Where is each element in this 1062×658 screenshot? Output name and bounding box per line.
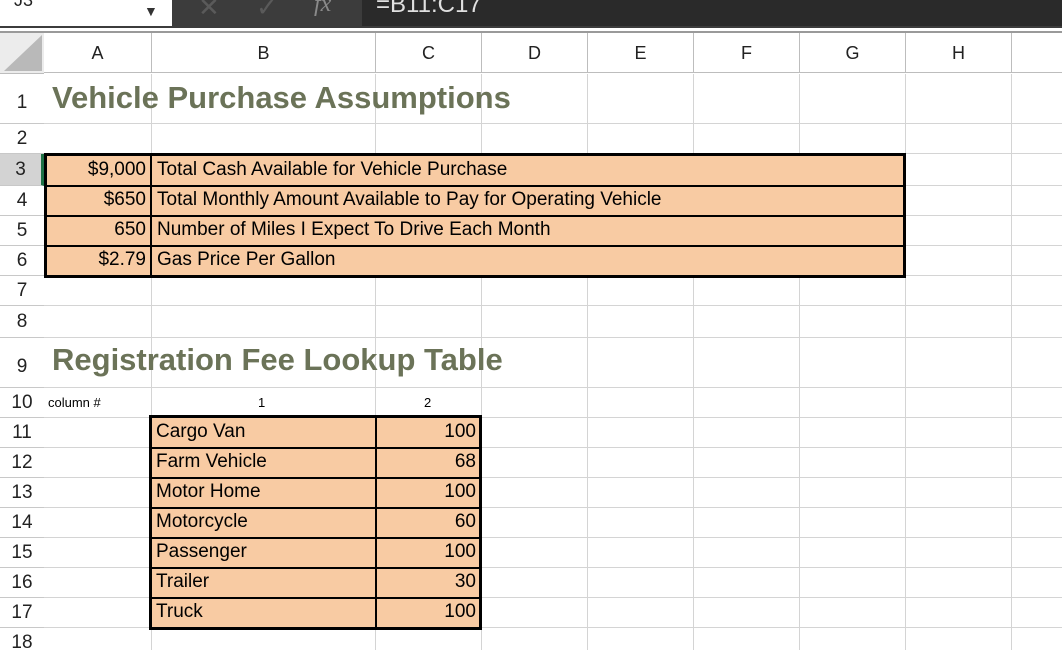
column-header-h[interactable]: H	[906, 33, 1012, 73]
cell-border	[150, 153, 152, 278]
lookup-fee-cell[interactable]: 100	[380, 541, 476, 563]
row-header-14[interactable]: 14	[0, 508, 44, 538]
cell-border	[149, 537, 482, 539]
lookup-type-cell[interactable]: Truck	[156, 601, 203, 623]
lookup-type-cell[interactable]: Cargo Van	[156, 421, 245, 443]
lookup-type-cell[interactable]: Passenger	[156, 541, 247, 563]
row-header-2[interactable]: 2	[0, 124, 44, 154]
cell-border	[149, 477, 482, 479]
row-header-15[interactable]: 15	[0, 538, 44, 568]
row-header-6[interactable]: 6	[0, 246, 44, 276]
lookup-type-cell[interactable]: Farm Vehicle	[156, 451, 267, 473]
row-header-1[interactable]: 1	[0, 74, 44, 124]
cell-border	[44, 185, 906, 187]
row-header-12[interactable]: 12	[0, 448, 44, 478]
column-header-g[interactable]: G	[800, 33, 906, 73]
formula-bar: J3 ▼ ✕ ✓ fx =B11:C17	[0, 0, 1062, 28]
column-number-label[interactable]: column #	[48, 395, 101, 410]
column-header-e[interactable]: E	[588, 33, 694, 73]
gridline	[44, 337, 1062, 338]
row-header-13[interactable]: 13	[0, 478, 44, 508]
assumption-value-miles[interactable]: 650	[48, 219, 146, 241]
cell-border	[149, 567, 482, 569]
cell-border	[375, 415, 377, 630]
cell-border	[44, 245, 906, 247]
formula-input[interactable]: =B11:C17	[362, 0, 1062, 26]
cell-border	[149, 507, 482, 509]
cancel-icon[interactable]: ✕	[198, 0, 220, 23]
lookup-fee-cell[interactable]: 100	[380, 481, 476, 503]
name-box-dropdown-icon[interactable]: ▼	[144, 3, 158, 19]
lookup-fee-cell[interactable]: 100	[380, 421, 476, 443]
cell-border	[44, 215, 906, 217]
name-box[interactable]: J3 ▼	[0, 0, 172, 26]
column-number-1[interactable]: 1	[258, 395, 265, 410]
column-header-c[interactable]: C	[376, 33, 482, 73]
assumption-label-miles[interactable]: Number of Miles I Expect To Drive Each M…	[157, 219, 551, 241]
select-all-button[interactable]	[0, 33, 44, 74]
column-header-a[interactable]: A	[44, 33, 152, 73]
column-header-d[interactable]: D	[482, 33, 588, 73]
row-header-18[interactable]: 18	[0, 628, 44, 653]
row-header-17[interactable]: 17	[0, 598, 44, 628]
assumption-value-monthly[interactable]: $650	[48, 189, 146, 211]
formula-text: =B11:C17	[376, 0, 482, 18]
lookup-fee-cell[interactable]: 30	[380, 571, 476, 593]
cell-border	[149, 447, 482, 449]
assumption-label-monthly[interactable]: Total Monthly Amount Available to Pay fo…	[157, 189, 662, 211]
fx-icon[interactable]: fx	[314, 0, 331, 18]
lookup-fee-cell[interactable]: 60	[380, 511, 476, 533]
lookup-type-cell[interactable]: Motorcycle	[156, 511, 248, 533]
row-header-16[interactable]: 16	[0, 568, 44, 598]
lookup-type-cell[interactable]: Motor Home	[156, 481, 261, 503]
row-header-5[interactable]: 5	[0, 216, 44, 246]
row-header-8[interactable]: 8	[0, 306, 44, 338]
row-header-10[interactable]: 10	[0, 388, 44, 418]
gridline	[44, 123, 1062, 124]
enter-icon[interactable]: ✓	[256, 0, 278, 23]
name-box-value: J3	[14, 0, 34, 10]
gridline	[1011, 74, 1012, 650]
assumption-label-cash[interactable]: Total Cash Available for Vehicle Purchas…	[157, 159, 507, 181]
cell-border	[149, 597, 482, 599]
lookup-type-cell[interactable]: Trailer	[156, 571, 209, 593]
assumption-label-gas[interactable]: Gas Price Per Gallon	[157, 249, 335, 271]
row-header-4[interactable]: 4	[0, 186, 44, 216]
gridline	[44, 305, 1062, 306]
assumptions-title: Vehicle Purchase Assumptions	[52, 80, 511, 115]
column-header-b[interactable]: B	[152, 33, 376, 73]
column-header-i[interactable]	[1012, 33, 1062, 73]
row-header-9[interactable]: 9	[0, 338, 44, 388]
column-header-f[interactable]: F	[694, 33, 800, 73]
row-header-7[interactable]: 7	[0, 276, 44, 306]
row-header-11[interactable]: 11	[0, 418, 44, 448]
lookup-fee-cell[interactable]: 100	[380, 601, 476, 623]
lookup-fee-cell[interactable]: 68	[380, 451, 476, 473]
assumption-value-cash[interactable]: $9,000	[48, 159, 146, 181]
assumption-value-gas[interactable]: $2.79	[48, 249, 146, 271]
gridline	[44, 387, 1062, 388]
row-header-3[interactable]: 3	[0, 154, 44, 186]
lookup-title: Registration Fee Lookup Table	[52, 342, 503, 377]
column-number-2[interactable]: 2	[424, 395, 431, 410]
